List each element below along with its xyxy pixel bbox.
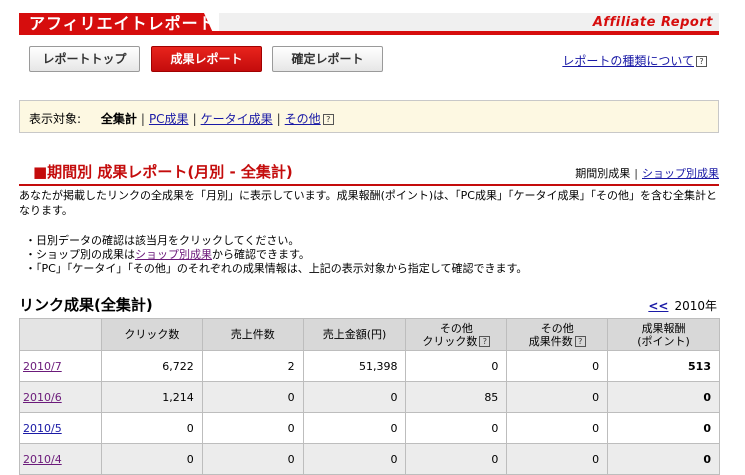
year-navigation: << 2010年 bbox=[648, 297, 717, 314]
table-row: 2010/5 0 0 0 0 0 0 bbox=[19, 412, 720, 444]
report-types-help: レポートの種類について? bbox=[562, 52, 707, 69]
other-clicks-cell: 85 bbox=[405, 381, 508, 413]
table-title: リンク成果(全集計) bbox=[19, 296, 153, 314]
view-separator: | bbox=[634, 167, 638, 180]
header-clicks: クリック数 bbox=[100, 318, 203, 351]
header-other-sales-line2: 成果件数 bbox=[528, 334, 573, 348]
note-item: 「PC」「ケータイ」「その他」のそれぞれの成果情報は、上記の表示対象から指定して… bbox=[25, 262, 527, 276]
sales-amount-cell: 0 bbox=[302, 443, 407, 475]
sales-amount-cell: 0 bbox=[302, 381, 407, 413]
header-other-clicks: その他 クリック数? bbox=[405, 318, 508, 351]
month-cell: 2010/6 bbox=[19, 381, 102, 413]
note-item: 日別データの確認は該当月をクリックしてください。 bbox=[25, 234, 527, 248]
sales-amount-cell: 51,398 bbox=[302, 350, 407, 382]
reward-cell: 0 bbox=[607, 443, 720, 475]
note-item: ショップ別の成果はショップ別成果から確認できます。 bbox=[25, 248, 527, 262]
note-text: ショップ別の成果は bbox=[36, 248, 135, 261]
page-title-english: Affiliate Report bbox=[592, 15, 713, 30]
reward-cell: 0 bbox=[607, 381, 720, 413]
clicks-cell: 0 bbox=[100, 412, 203, 444]
note-text: 「PC」「ケータイ」「その他」のそれぞれの成果情報は、上記の表示対象から指定して… bbox=[36, 262, 528, 275]
header-reward: 成果報酬 (ポイント) bbox=[607, 318, 720, 351]
clicks-cell: 0 bbox=[100, 443, 203, 475]
table-row: 2010/7 6,722 2 51,398 0 0 513 bbox=[19, 350, 720, 382]
filter-link-other[interactable]: その他 bbox=[285, 112, 321, 126]
other-clicks-cell: 0 bbox=[405, 412, 508, 444]
clicks-cell: 6,722 bbox=[100, 350, 203, 382]
current-year: 2010年 bbox=[674, 299, 717, 313]
other-clicks-cell: 0 bbox=[405, 443, 508, 475]
other-sales-cell: 0 bbox=[506, 350, 609, 382]
reward-cell: 513 bbox=[607, 350, 720, 382]
section-description: あなたが掲載したリンクの全成果を「月別」に表示しています。成果報酬(ポイント)は… bbox=[19, 189, 717, 217]
section-title: ■期間別 成果レポート(月別 - 全集計) bbox=[33, 163, 293, 181]
month-link[interactable]: 2010/7 bbox=[23, 360, 62, 373]
other-sales-cell: 0 bbox=[506, 412, 609, 444]
help-icon[interactable]: ? bbox=[574, 336, 586, 347]
view-by-period: 期間別成果 bbox=[575, 167, 631, 180]
header-month bbox=[19, 318, 102, 351]
filter-separator: | bbox=[276, 112, 281, 126]
page-title: アフィリエイトレポート bbox=[29, 14, 216, 33]
sales-count-cell: 2 bbox=[201, 350, 304, 382]
note-text: から確認できます。 bbox=[212, 248, 310, 261]
reward-cell: 0 bbox=[607, 412, 720, 444]
help-icon[interactable]: ? bbox=[696, 56, 707, 67]
tab-results-report[interactable]: 成果レポート bbox=[151, 46, 262, 72]
filter-link-pc[interactable]: PC成果 bbox=[149, 112, 189, 126]
clicks-cell: 1,214 bbox=[100, 381, 203, 413]
filter-label: 表示対象: bbox=[29, 112, 82, 126]
month-cell: 2010/4 bbox=[19, 443, 102, 475]
results-table: クリック数 売上件数 売上金額(円) その他 クリック数? その他 成果件数? 成果… bbox=[19, 318, 720, 475]
view-switch: 期間別成果 | ショップ別成果 bbox=[575, 165, 719, 181]
header-other-sales-line1: その他 bbox=[540, 321, 574, 335]
month-link[interactable]: 2010/6 bbox=[23, 391, 62, 404]
view-by-shop-link[interactable]: ショップ別成果 bbox=[642, 167, 719, 180]
sales-count-cell: 0 bbox=[201, 412, 304, 444]
header-reward-line1: 成果報酬 bbox=[641, 321, 686, 335]
note-text: 日別データの確認は該当月をクリックしてください。 bbox=[36, 234, 300, 247]
sales-amount-cell: 0 bbox=[302, 412, 407, 444]
month-link[interactable]: 2010/4 bbox=[23, 453, 62, 466]
header-other-clicks-line1: その他 bbox=[439, 321, 473, 335]
other-sales-cell: 0 bbox=[506, 381, 609, 413]
table-header-row: クリック数 売上件数 売上金額(円) その他 クリック数? その他 成果件数? 成果… bbox=[19, 318, 720, 351]
report-types-link[interactable]: レポートの種類について bbox=[562, 54, 694, 68]
sales-count-cell: 0 bbox=[201, 381, 304, 413]
help-icon[interactable]: ? bbox=[322, 114, 334, 125]
header-reward-line2: (ポイント) bbox=[637, 334, 690, 348]
tab-confirmed-report[interactable]: 確定レポート bbox=[272, 46, 383, 72]
filter-separator: | bbox=[192, 112, 197, 126]
other-sales-cell: 0 bbox=[506, 443, 609, 475]
month-cell: 2010/5 bbox=[19, 412, 102, 444]
month-cell: 2010/7 bbox=[19, 350, 102, 382]
tab-report-top[interactable]: レポートトップ bbox=[29, 46, 140, 72]
header-sales-count: 売上件数 bbox=[201, 318, 304, 351]
header-other-clicks-line2: クリック数 bbox=[422, 334, 478, 348]
help-icon[interactable]: ? bbox=[479, 336, 491, 347]
header-banner: アフィリエイトレポート Affiliate Report bbox=[19, 13, 719, 35]
table-row: 2010/6 1,214 0 0 85 0 0 bbox=[19, 381, 720, 413]
filter-link-mobile[interactable]: ケータイ成果 bbox=[201, 112, 273, 126]
filter-separator: | bbox=[140, 112, 145, 126]
table-row: 2010/4 0 0 0 0 0 0 bbox=[19, 443, 720, 475]
header-other-sales: その他 成果件数? bbox=[506, 318, 609, 351]
month-link[interactable]: 2010/5 bbox=[23, 422, 62, 435]
sales-count-cell: 0 bbox=[201, 443, 304, 475]
previous-year-link[interactable]: << bbox=[648, 299, 668, 313]
section-heading: ■期間別 成果レポート(月別 - 全集計) 期間別成果 | ショップ別成果 bbox=[19, 162, 719, 186]
shop-results-link[interactable]: ショップ別成果 bbox=[135, 248, 212, 261]
notes-list: 日別データの確認は該当月をクリックしてください。 ショップ別の成果はショップ別成… bbox=[25, 234, 527, 276]
display-target-filter: 表示対象: 全集計 | PC成果 | ケータイ成果 | その他? bbox=[19, 100, 719, 133]
header-sales-amount: 売上金額(円) bbox=[302, 318, 407, 351]
other-clicks-cell: 0 bbox=[405, 350, 508, 382]
filter-current-all: 全集計 bbox=[100, 112, 137, 126]
